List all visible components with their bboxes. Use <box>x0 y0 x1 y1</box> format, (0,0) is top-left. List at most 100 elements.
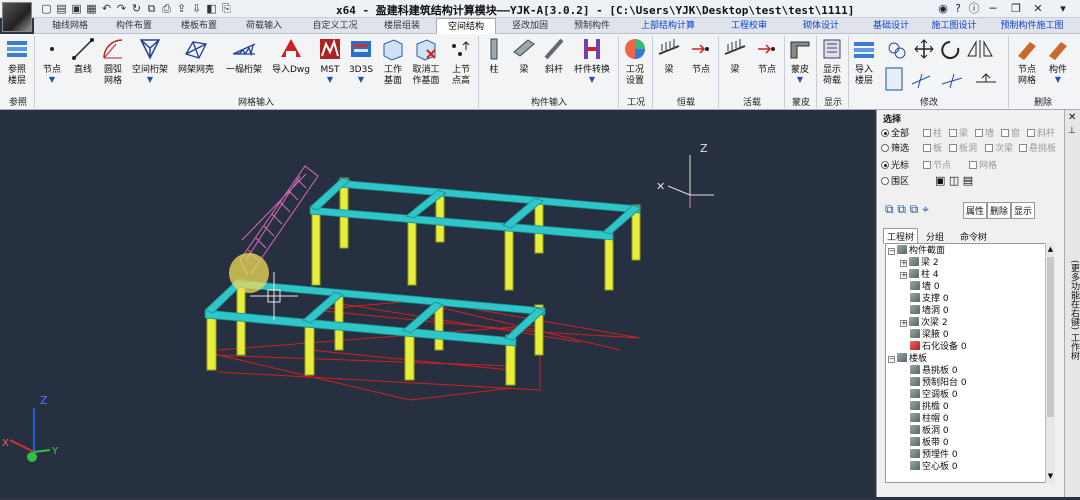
tab-slab-layout[interactable]: 楼板布置 <box>169 18 229 34</box>
filter-slab[interactable]: 板 <box>923 141 942 154</box>
restore-icon[interactable]: ❐ <box>1008 1 1024 16</box>
filter-column[interactable]: 柱 <box>923 126 942 139</box>
member-convert-button[interactable]: 杆件转换 ▼ <box>570 36 614 94</box>
filter-node[interactable]: 节点 <box>923 158 951 171</box>
tree-node[interactable]: 支撑 0 <box>910 293 949 305</box>
tab-custom-case[interactable]: 自定义工况 <box>300 18 370 34</box>
scope-all-radio[interactable]: 全部 <box>881 126 909 139</box>
tree-node[interactable]: 挑檐 0 <box>910 401 949 413</box>
live-node-button[interactable]: 节点 <box>752 36 782 94</box>
tree-node[interactable]: + 柱 4 <box>900 269 939 281</box>
tree-node[interactable]: 板洞 0 <box>910 425 949 437</box>
model-canvas[interactable]: Z ✕ Z X Y <box>0 110 873 497</box>
app-logo[interactable] <box>2 2 32 32</box>
tab-axis-grid[interactable]: 轴线网格 <box>40 18 100 34</box>
save-icon[interactable]: ▣ <box>70 2 83 15</box>
side-dock-label[interactable]: (更多功能在右键) 工作树 <box>1067 260 1079 360</box>
filter-slab-hole[interactable]: 板洞 <box>949 141 977 154</box>
delete-node-grid-button[interactable]: 节点 网格 <box>1010 36 1044 94</box>
tab-group[interactable]: 分组 <box>923 229 947 244</box>
tree-node[interactable]: 柱帽 0 <box>910 413 949 425</box>
live-beam-button[interactable]: 梁 <box>720 36 750 94</box>
tree-node[interactable]: + 次梁 2 <box>900 317 948 329</box>
open-file-icon[interactable]: ▤ <box>55 2 68 15</box>
model-viewport[interactable]: Z ✕ Z X Y <box>0 110 873 497</box>
scope-filter-radio[interactable]: 筛选 <box>881 141 909 154</box>
modify-tools[interactable] <box>884 38 1008 94</box>
filter-brace[interactable]: 斜杆 <box>1027 126 1055 139</box>
filter-wall[interactable]: 墙 <box>975 126 994 139</box>
new-file-icon[interactable]: ▢ <box>40 2 53 15</box>
tree-node[interactable]: 空心板 0 <box>910 461 958 473</box>
beam-button[interactable]: 梁 <box>510 36 538 94</box>
filter-window[interactable]: 窗 <box>1001 126 1020 139</box>
tool-icons[interactable]: ⧉ ⧉ ⧉ ⌖ <box>885 202 929 217</box>
node-button[interactable]: 节点 ▼ <box>38 36 66 94</box>
import-floor-button[interactable]: 导入 楼层 <box>850 36 878 94</box>
print-icon[interactable]: ⎙ <box>160 2 173 15</box>
dead-node-button[interactable]: 节点 <box>686 36 716 94</box>
image-icon[interactable]: ◧ <box>205 2 218 15</box>
tree-node[interactable]: − 构件截面 <box>888 245 945 257</box>
load-case-setup-button[interactable]: 工况 设置 <box>620 36 650 94</box>
select-mode-icons[interactable]: ▣ ◫ ▤ <box>935 174 973 187</box>
line-button[interactable]: 直线 <box>68 36 98 94</box>
help-icon[interactable]: ? <box>950 1 966 16</box>
column-button[interactable]: 柱 <box>480 36 508 94</box>
scroll-thumb[interactable] <box>1047 257 1054 417</box>
minimize-icon[interactable]: ─ <box>985 1 1001 16</box>
close-icon[interactable]: ✕ <box>1030 1 1046 16</box>
skin-button[interactable]: 蒙皮 ▼ <box>786 36 814 94</box>
tab-drawing[interactable]: 施工图设计 <box>914 18 994 34</box>
tab-masonry[interactable]: 砌体设计 <box>786 18 856 34</box>
mst-button[interactable]: MST ▼ <box>316 36 344 94</box>
export-icon[interactable]: ⇪ <box>175 2 188 15</box>
brace-button[interactable]: 斜杆 <box>540 36 568 94</box>
tree-node[interactable]: 预制阳台 0 <box>910 377 967 389</box>
tab-floor-assembly[interactable]: 楼层组装 <box>372 18 432 34</box>
ref-floor-button[interactable]: 参照 楼层 <box>2 36 32 94</box>
tree-node[interactable]: − 楼板 <box>888 353 927 365</box>
save-as-icon[interactable]: ▦ <box>85 2 98 15</box>
show-button[interactable]: 显示 <box>1011 202 1036 219</box>
scroll-down-icon[interactable]: ▼ <box>1047 472 1054 480</box>
space-truss-button[interactable]: 空间桁架 ▼ <box>130 36 170 94</box>
tab-review[interactable]: 工程校审 <box>714 18 784 34</box>
upper-node-height-button[interactable]: 上节 点高 <box>446 36 476 94</box>
tab-command-tree[interactable]: 命令树 <box>957 229 990 244</box>
import-dwg-button[interactable]: 导入Dwg <box>268 36 314 94</box>
tree-node[interactable]: 空调板 0 <box>910 389 958 401</box>
grid-shell-button[interactable]: 网架网壳 <box>174 36 218 94</box>
tab-reinforce[interactable]: 竖改加固 <box>500 18 560 34</box>
region-mode-radio[interactable]: 围区 <box>881 174 909 187</box>
filter-secondary-beam[interactable]: 次梁 <box>985 141 1013 154</box>
single-truss-button[interactable]: 一榀桁架 <box>222 36 266 94</box>
filter-grid[interactable]: 网格 <box>969 158 997 171</box>
tree-scrollbar[interactable]: ▲ ▼ <box>1045 243 1055 483</box>
tree-node[interactable]: + 梁 2 <box>900 257 939 269</box>
tab-spatial-structure[interactable]: 空间结构 <box>436 18 496 34</box>
arc-grid-button[interactable]: 圆弧 网格 <box>98 36 128 94</box>
tree-node[interactable]: 石化设备 0 <box>910 341 967 353</box>
tree-node[interactable]: 墙洞 0 <box>910 305 949 317</box>
window-menu-icon[interactable]: ▾ <box>1055 1 1071 16</box>
show-load-button[interactable]: 显示 荷载 <box>818 36 846 94</box>
import-icon[interactable]: ⇩ <box>190 2 203 15</box>
tab-precast[interactable]: 预制构件 <box>562 18 622 34</box>
tab-project-tree[interactable]: 工程树 <box>883 228 919 244</box>
tree-node[interactable]: 预埋件 0 <box>910 449 958 461</box>
filter-beam[interactable]: 梁 <box>949 126 968 139</box>
filter-cantilever[interactable]: 悬挑板 <box>1019 141 1056 154</box>
tab-member-layout[interactable]: 构件布置 <box>104 18 164 34</box>
tree-node[interactable]: 墙 0 <box>910 281 940 293</box>
tree-node[interactable]: 悬挑板 0 <box>910 365 958 377</box>
user-icon[interactable]: ◉ <box>935 1 951 16</box>
tab-load-input[interactable]: 荷载输入 <box>234 18 294 34</box>
redo-icon[interactable]: ↷ <box>115 2 128 15</box>
copy-icon[interactable]: ⧉ <box>145 2 158 15</box>
tree-node[interactable]: 梁腋 0 <box>910 329 949 341</box>
print-preview-icon[interactable]: ⎘ <box>220 2 233 15</box>
cancel-work-plane-button[interactable]: 取消工 作基面 <box>408 36 444 94</box>
delete-button[interactable]: 删除 <box>987 202 1012 219</box>
dead-beam-button[interactable]: 梁 <box>654 36 684 94</box>
